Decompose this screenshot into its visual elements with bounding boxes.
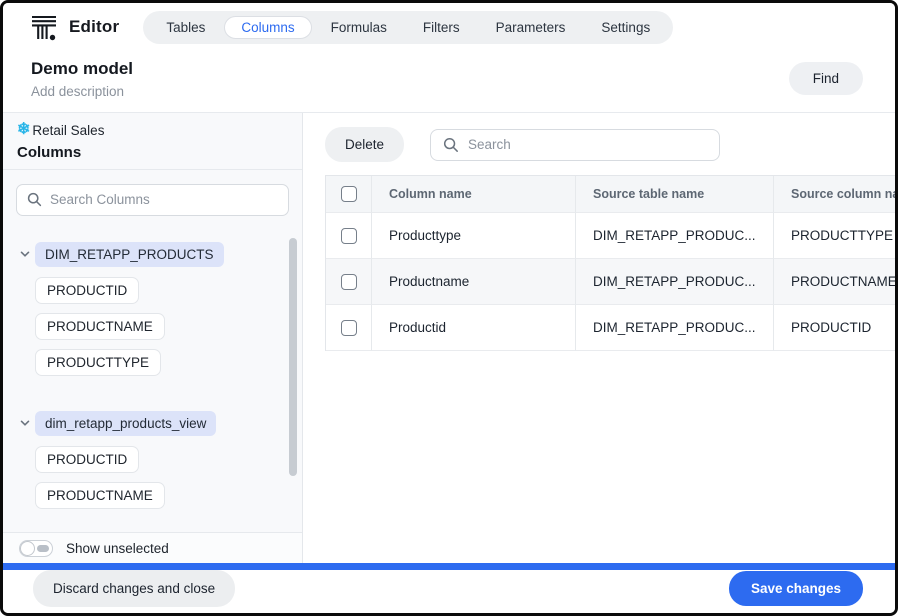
accent-bar <box>3 563 895 570</box>
cell-source-table: DIM_RETAPP_PRODUC... <box>576 259 774 305</box>
cell-source-column: PRODUCTNAME <box>774 259 895 305</box>
tree-column-pill[interactable]: PRODUCTID <box>35 446 139 473</box>
search-columns-box <box>16 184 289 216</box>
discard-changes-button[interactable]: Discard changes and close <box>33 570 235 607</box>
editor-window: Editor Tables Columns Formulas Filters P… <box>0 0 898 616</box>
row-checkbox[interactable] <box>341 320 357 336</box>
source-name: Retail Sales <box>32 123 104 138</box>
column-header[interactable]: Source table name <box>576 176 774 213</box>
table-header-row: Column name Source table name Source col… <box>326 176 895 213</box>
sigma-logo-icon <box>31 14 57 41</box>
cell-column-name[interactable]: Producttype <box>372 213 576 259</box>
tree-column-pill[interactable]: PRODUCTNAME <box>35 313 165 340</box>
columns-tree: DIM_RETAPP_PRODUCTS PRODUCTID PRODUCTNAM… <box>3 228 302 532</box>
table-row[interactable]: Producttype DIM_RETAPP_PRODUC... PRODUCT… <box>326 213 895 259</box>
tree-group: dim_retapp_products_view PRODUCTID PRODU… <box>19 411 278 518</box>
tab-formulas[interactable]: Formulas <box>314 16 404 39</box>
tree-table-pill[interactable]: dim_retapp_products_view <box>35 411 216 436</box>
footer-bar: Discard changes and close Save changes <box>3 570 895 613</box>
search-columns-input[interactable] <box>50 192 278 207</box>
row-checkbox[interactable] <box>341 228 357 244</box>
column-header[interactable]: Source column name <box>774 176 895 213</box>
table-search-input[interactable] <box>468 137 707 152</box>
app-header: Editor Tables Columns Formulas Filters P… <box>3 3 895 51</box>
cell-source-column: PRODUCTTYPE <box>774 213 895 259</box>
columns-main-panel: Delete Column name Source table name <box>303 113 895 563</box>
app-title: Editor <box>69 17 119 37</box>
column-header[interactable]: Column name <box>372 176 576 213</box>
save-changes-button[interactable]: Save changes <box>729 571 863 606</box>
table-row[interactable]: Productid DIM_RETAPP_PRODUC... PRODUCTID <box>326 305 895 351</box>
tab-settings[interactable]: Settings <box>584 16 667 39</box>
tab-parameters[interactable]: Parameters <box>479 16 583 39</box>
editor-tabbar: Tables Columns Formulas Filters Paramete… <box>143 11 673 44</box>
search-icon <box>443 137 459 153</box>
delete-button[interactable]: Delete <box>325 127 404 162</box>
model-title[interactable]: Demo model <box>31 59 895 79</box>
chevron-down-icon[interactable] <box>19 248 31 260</box>
sidebar-panel-title: Columns <box>17 144 288 161</box>
select-all-checkbox[interactable] <box>341 186 357 202</box>
cell-source-table: DIM_RETAPP_PRODUC... <box>576 213 774 259</box>
tab-tables[interactable]: Tables <box>149 16 222 39</box>
tree-table-pill[interactable]: DIM_RETAPP_PRODUCTS <box>35 242 224 267</box>
snowflake-icon: ❄ <box>17 122 30 138</box>
columns-table: Column name Source table name Source col… <box>325 175 895 351</box>
sidebar-footer: Show unselected <box>3 532 302 563</box>
tab-columns[interactable]: Columns <box>224 16 311 39</box>
cell-source-table: DIM_RETAPP_PRODUC... <box>576 305 774 351</box>
tree-column-pill[interactable]: PRODUCTTYPE <box>35 349 161 376</box>
tree-group: DIM_RETAPP_PRODUCTS PRODUCTID PRODUCTNAM… <box>19 242 278 385</box>
columns-sidebar: ❄ Retail Sales Columns <box>3 113 303 563</box>
row-checkbox[interactable] <box>341 274 357 290</box>
table-toolbar: Delete <box>303 113 895 175</box>
table-row[interactable]: Productname DIM_RETAPP_PRODUC... PRODUCT… <box>326 259 895 305</box>
cell-column-name[interactable]: Productname <box>372 259 576 305</box>
model-header: Demo model Add description Find <box>3 51 895 113</box>
cell-column-name[interactable]: Productid <box>372 305 576 351</box>
chevron-down-icon[interactable] <box>19 417 31 429</box>
search-icon <box>27 192 42 207</box>
table-search-box <box>430 129 720 161</box>
show-unselected-label: Show unselected <box>66 541 169 556</box>
cell-source-column: PRODUCTID <box>774 305 895 351</box>
tree-column-pill[interactable]: PRODUCTNAME <box>35 482 165 509</box>
add-description[interactable]: Add description <box>31 84 895 99</box>
sidebar-scrollbar[interactable] <box>289 238 297 476</box>
show-unselected-toggle[interactable] <box>19 540 53 557</box>
tree-column-pill[interactable]: PRODUCTID <box>35 277 139 304</box>
tab-filters[interactable]: Filters <box>406 16 477 39</box>
find-button[interactable]: Find <box>789 62 863 95</box>
